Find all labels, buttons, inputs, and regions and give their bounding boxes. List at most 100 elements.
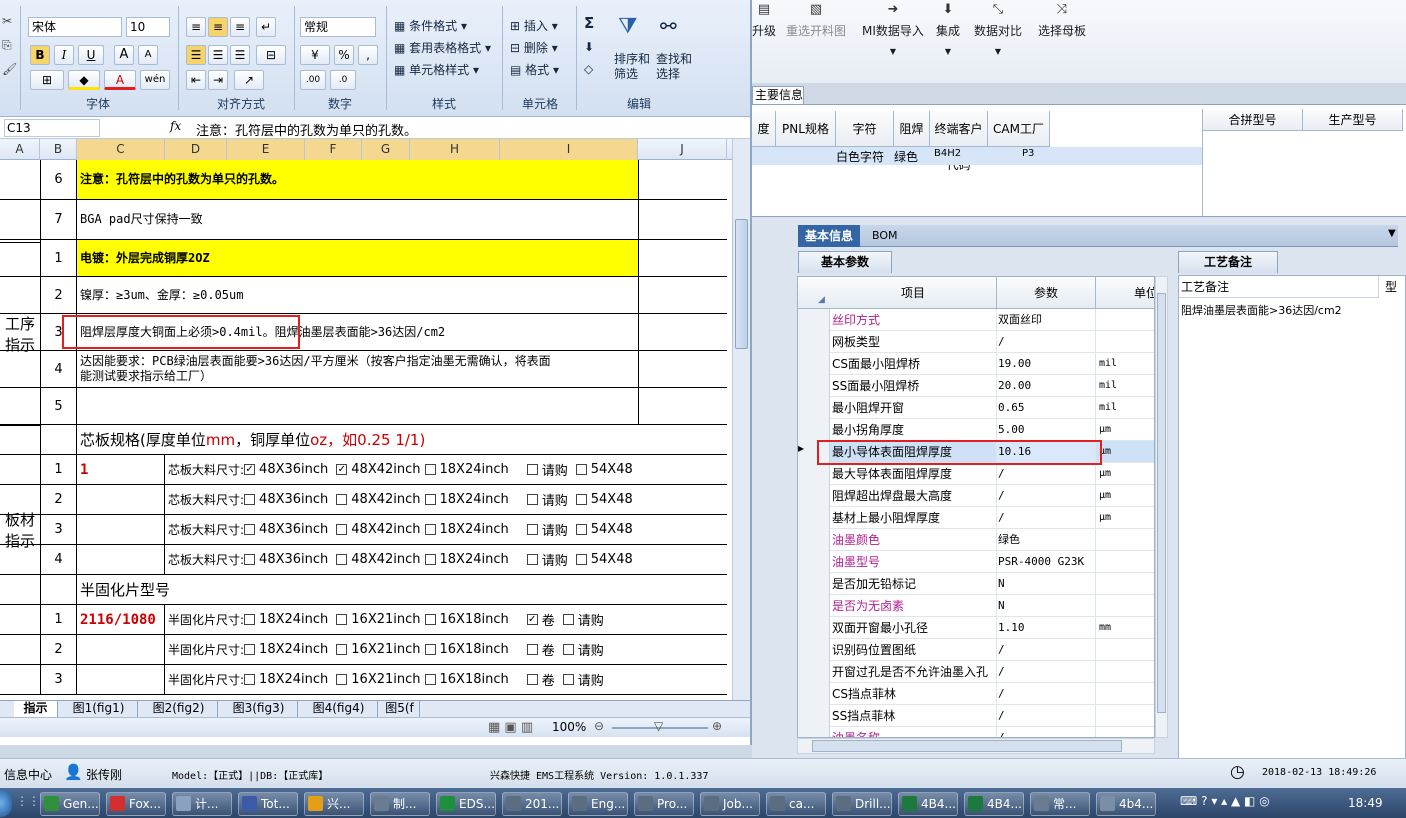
taskbar-item[interactable]: Tot...: [238, 792, 298, 816]
zoom-out-icon[interactable]: ⊖: [594, 719, 604, 733]
param-value[interactable]: 5.00: [997, 419, 1096, 441]
italic-button[interactable]: I: [54, 45, 74, 65]
checkbox[interactable]: [244, 494, 256, 505]
checked-checkbox[interactable]: ✓: [336, 464, 348, 475]
checkbox[interactable]: [424, 464, 436, 475]
delete-button[interactable]: ⊟ 删除 ▾: [510, 39, 558, 56]
zoom-in-icon[interactable]: ⊕: [712, 719, 722, 733]
wrap-text-button[interactable]: ↵: [256, 17, 276, 37]
grid-column-header[interactable]: PNL规格: [776, 111, 836, 147]
spec-cell[interactable]: 2116/1080: [77, 605, 165, 634]
column-header[interactable]: B: [40, 139, 77, 160]
grid-row-selected[interactable]: 白色字符 绿色 B4H2 P3: [752, 147, 1202, 165]
empty-cell[interactable]: [638, 277, 727, 313]
fill-button[interactable]: ⬇: [584, 40, 594, 54]
param-row[interactable]: SS挡点菲林 /: [798, 705, 1154, 727]
param-col-unit[interactable]: 单位: [1134, 277, 1154, 309]
clear-button[interactable]: ◇: [584, 62, 593, 76]
tray-icons[interactable]: ⌨ ? ▾ ▴ ▲ ◧ ◎: [1180, 794, 1270, 808]
instruction-cell[interactable]: 达因能要求：PCB绿油层表面能要>36达因/平方厘米（按客户指定油墨无需确认，将…: [77, 351, 638, 387]
param-col-value[interactable]: 参数: [997, 277, 1096, 309]
align-top-button[interactable]: ≡: [186, 17, 206, 37]
param-row[interactable]: 开窗过孔是否不允许油墨入孔 /: [798, 661, 1154, 683]
start-button[interactable]: [0, 789, 12, 817]
checkbox[interactable]: [526, 674, 538, 685]
param-row[interactable]: 识别码位置图纸 /: [798, 639, 1154, 661]
align-center-button[interactable]: ☰: [208, 45, 228, 65]
spec-cell[interactable]: [77, 515, 165, 544]
param-value[interactable]: 1.10: [997, 617, 1096, 639]
checkbox[interactable]: [526, 464, 538, 475]
fill-color-button[interactable]: ◆: [68, 70, 100, 90]
sheet-tab[interactable]: 图3(fig3): [220, 701, 298, 717]
checkbox[interactable]: [336, 494, 348, 505]
empty-cell[interactable]: [638, 240, 727, 276]
instruction-cell[interactable]: [77, 388, 638, 424]
column-header[interactable]: C: [77, 139, 165, 160]
column-header[interactable]: G: [362, 139, 410, 160]
tab-bom[interactable]: BOM: [872, 229, 898, 242]
checked-checkbox[interactable]: ✓: [526, 614, 538, 625]
column-header[interactable]: I: [500, 139, 638, 160]
param-value[interactable]: /: [997, 705, 1096, 727]
param-scroll-thumb[interactable]: [1157, 293, 1166, 713]
column-header[interactable]: D: [165, 139, 227, 160]
taskbar-item[interactable]: Job...: [700, 792, 760, 816]
font-name-select[interactable]: 宋体: [28, 17, 122, 37]
sheet-tab[interactable]: 图1(fig1): [60, 701, 138, 717]
param-row[interactable]: 阻焊超出焊盘最大高度 / μm: [798, 485, 1154, 507]
param-row[interactable]: 油墨型号 PSR-4000 G23K: [798, 551, 1154, 573]
cut-icon[interactable]: ✂: [2, 14, 12, 28]
sheet-tab[interactable]: 图2(fig2): [140, 701, 218, 717]
checkbox[interactable]: [424, 614, 436, 625]
tab-basic-info[interactable]: 基本信息: [798, 225, 860, 247]
param-value[interactable]: /: [997, 683, 1096, 705]
sheet-tab[interactable]: 图4(fig4): [300, 701, 378, 717]
param-row[interactable]: 油墨颜色 绿色: [798, 529, 1154, 551]
align-left-button[interactable]: ☰: [186, 45, 206, 65]
checkbox[interactable]: [562, 674, 574, 685]
autosum-button[interactable]: Σ: [584, 14, 594, 32]
spec-cell[interactable]: [77, 635, 165, 664]
grid-column-header[interactable]: 度: [752, 111, 776, 147]
vertical-scrollbar[interactable]: [732, 139, 750, 700]
checkbox[interactable]: [336, 614, 348, 625]
empty-cell[interactable]: [638, 314, 727, 350]
param-row[interactable]: CS面最小阻焊桥 19.00 mil: [798, 353, 1154, 375]
empty-cell[interactable]: [638, 351, 727, 387]
find-select-button[interactable]: 查找和 选择: [656, 52, 692, 82]
param-value[interactable]: /: [997, 661, 1096, 683]
empty-cell[interactable]: [638, 200, 727, 239]
taskbar-item[interactable]: Gen...: [40, 792, 100, 816]
param-row[interactable]: 油墨名称 /: [798, 727, 1154, 737]
checkbox[interactable]: [562, 614, 574, 625]
font-color-button[interactable]: A: [104, 70, 136, 90]
param-value[interactable]: 20.00: [997, 375, 1096, 397]
checkbox[interactable]: [526, 494, 538, 505]
param-value[interactable]: 绿色: [997, 529, 1096, 551]
toolbar-button[interactable]: ⤡ 数据对比 ▼: [974, 2, 1022, 56]
taskbar-item[interactable]: 4B4...: [898, 792, 958, 816]
instruction-cell[interactable]: BGA pad尺寸保持一致: [77, 200, 638, 239]
checkbox[interactable]: [575, 554, 587, 565]
percent-button[interactable]: %: [334, 45, 354, 65]
checkbox[interactable]: [244, 554, 256, 565]
tab-main-info[interactable]: 主要信息: [752, 86, 804, 104]
taskbar-item[interactable]: 制...: [370, 792, 430, 816]
checkbox[interactable]: [336, 644, 348, 655]
zoom-level[interactable]: 100%: [552, 720, 586, 734]
bold-button[interactable]: B: [30, 45, 50, 65]
taskbar-item[interactable]: 兴...: [304, 792, 364, 816]
param-value[interactable]: /: [997, 727, 1096, 737]
table-format-button[interactable]: ▦ 套用表格格式 ▾: [394, 39, 491, 56]
toolbar-button[interactable]: ▧ 重选开料图: [786, 2, 846, 39]
param-row[interactable]: 最大导体表面阻焊厚度 / μm: [798, 463, 1154, 485]
toolbar-button[interactable]: ➜ MI数据导入 ▼: [862, 2, 924, 56]
param-value[interactable]: N: [997, 595, 1096, 617]
fx-icon[interactable]: fx: [170, 119, 181, 133]
taskbar-item[interactable]: 计...: [172, 792, 232, 816]
grid-column-header[interactable]: 阻焊: [894, 111, 930, 147]
checkbox[interactable]: [424, 674, 436, 685]
checkbox[interactable]: [424, 554, 436, 565]
toolbar-button[interactable]: ▤ 升级: [752, 2, 776, 39]
